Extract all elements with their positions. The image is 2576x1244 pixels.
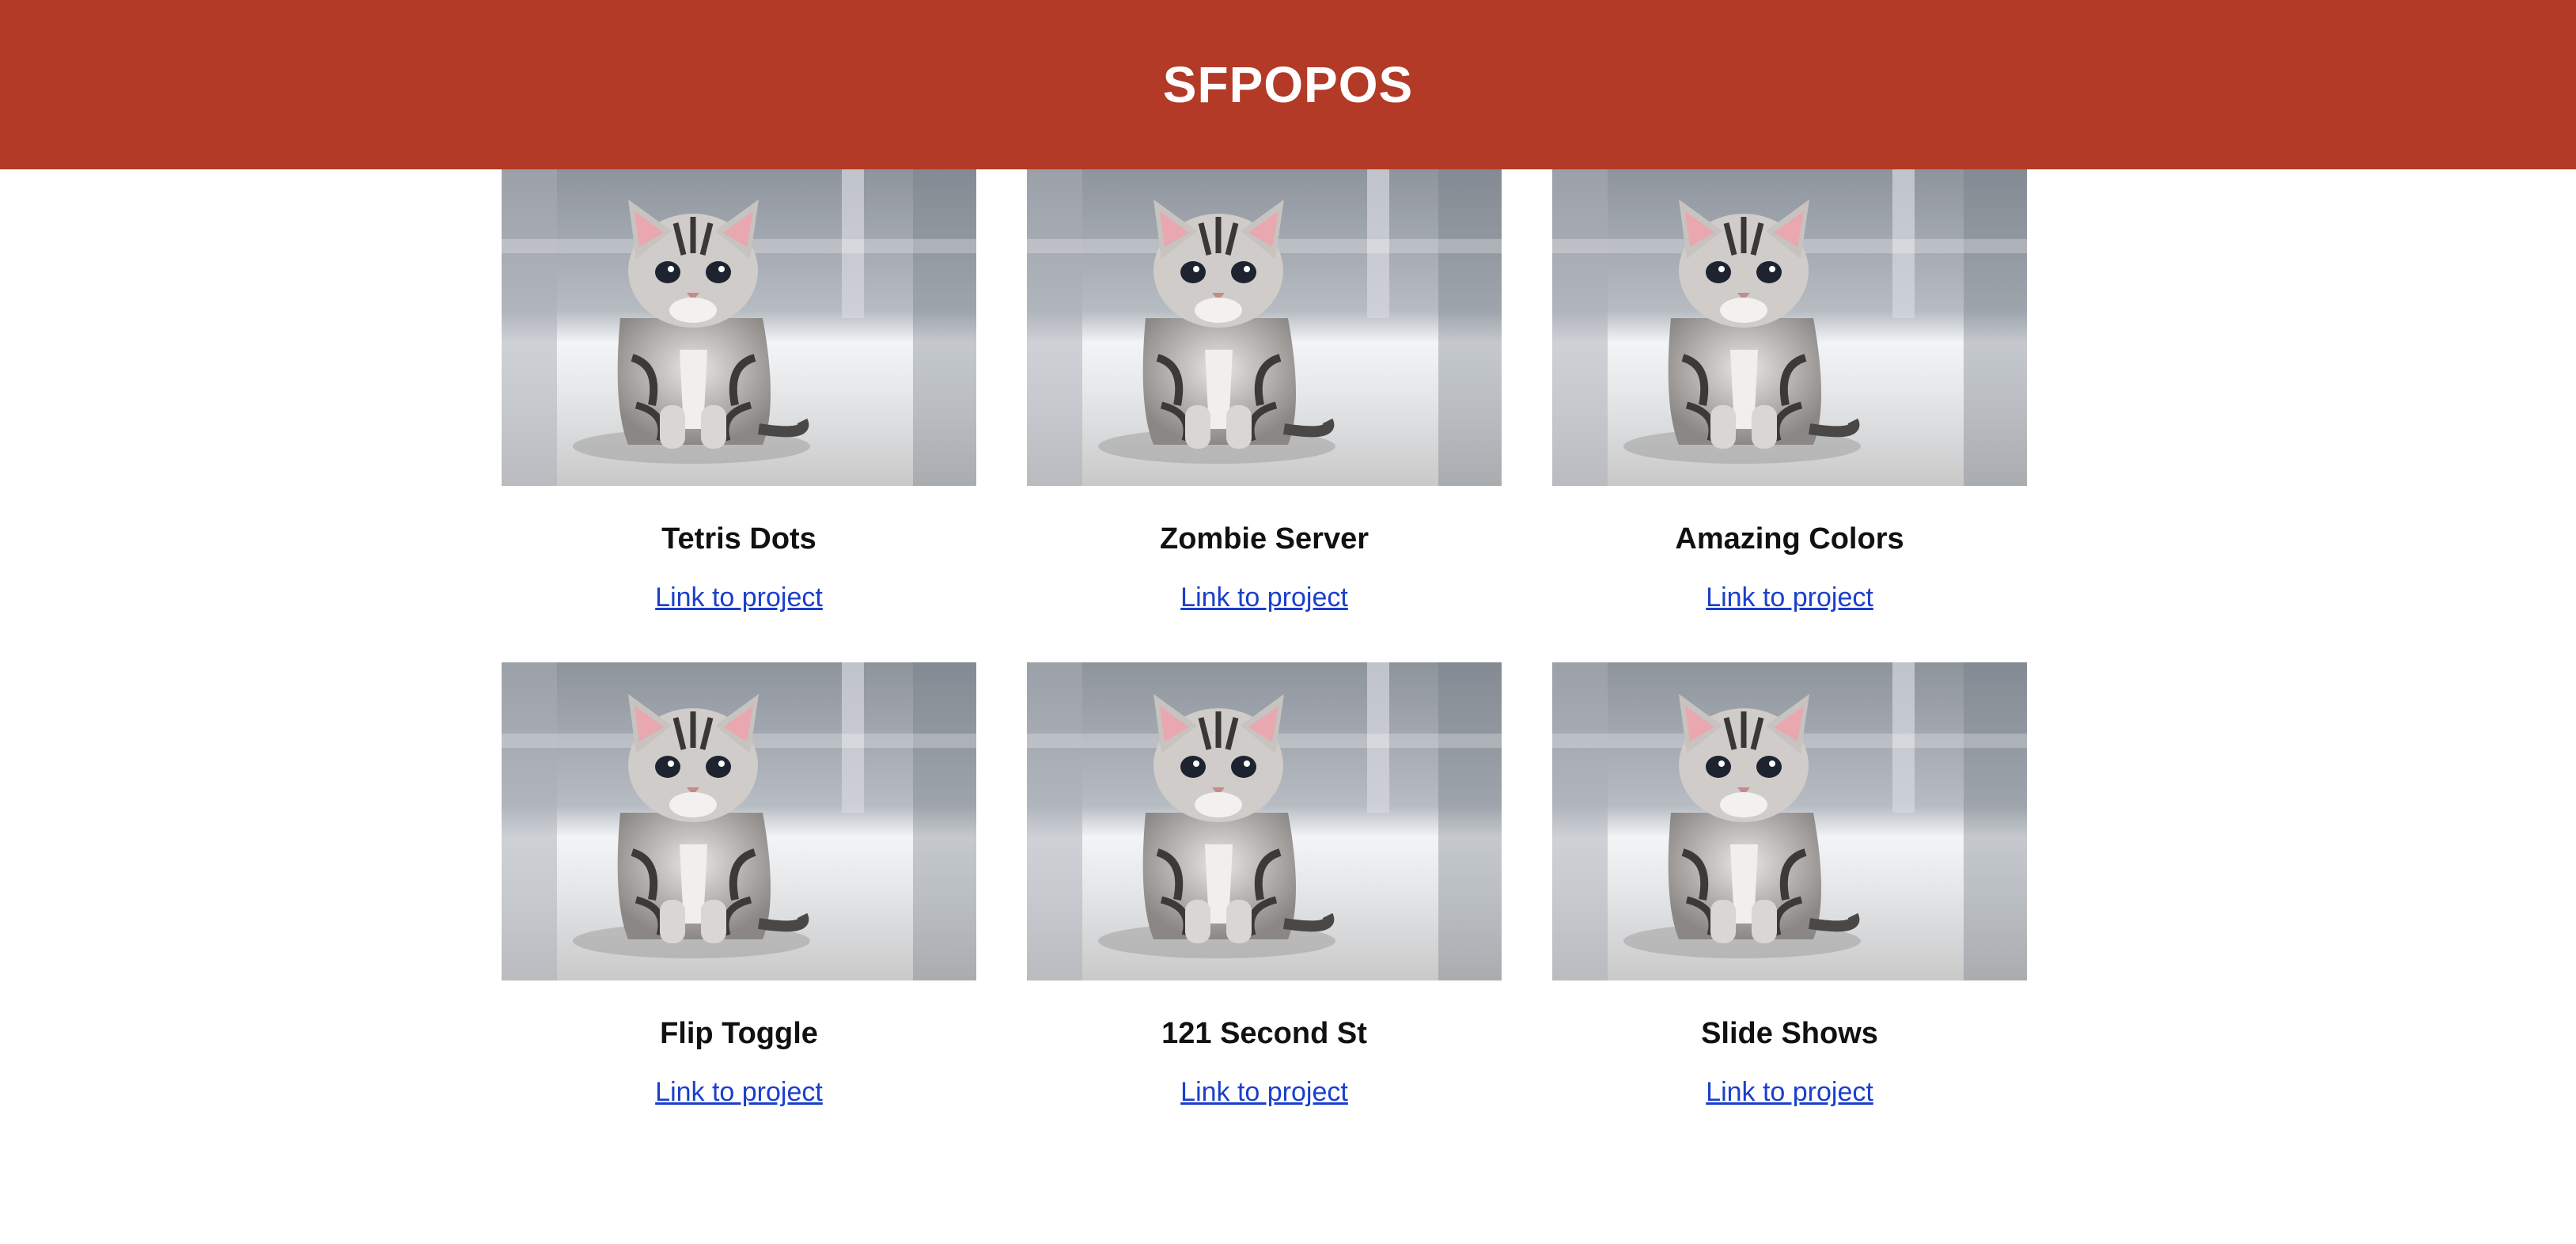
project-link[interactable]: Link to project (1706, 581, 1873, 614)
kitten-thumbnail-image (502, 662, 976, 980)
project-card: Zombie Server Link to project (1027, 168, 1502, 662)
project-title: Slide Shows (1701, 1017, 1878, 1050)
project-title: Tetris Dots (661, 522, 816, 556)
project-link[interactable]: Link to project (1180, 581, 1348, 614)
project-card: 121 Second St Link to project (1027, 662, 1502, 1157)
project-title: Flip Toggle (660, 1017, 818, 1050)
project-link[interactable]: Link to project (1180, 1075, 1348, 1109)
project-card: Flip Toggle Link to project (502, 662, 976, 1157)
project-link[interactable]: Link to project (1706, 1075, 1873, 1109)
project-card: Tetris Dots Link to project (502, 168, 976, 662)
project-link[interactable]: Link to project (655, 581, 823, 614)
site-title: SFPOPOS (1162, 56, 1414, 113)
site-header: SFPOPOS (0, 0, 2576, 169)
project-title: Zombie Server (1160, 522, 1369, 556)
project-title: 121 Second St (1161, 1017, 1367, 1050)
project-card: Amazing Colors Link to project (1552, 168, 2027, 662)
project-grid: Tetris Dots Link to project Zombie Serve… (502, 168, 2027, 1157)
kitten-thumbnail-image (1027, 168, 1502, 486)
kitten-thumbnail-image (1552, 168, 2027, 486)
kitten-thumbnail-image (1552, 662, 2027, 980)
kitten-thumbnail-image (502, 168, 976, 486)
project-link[interactable]: Link to project (655, 1075, 823, 1109)
project-card: Slide Shows Link to project (1552, 662, 2027, 1157)
project-title: Amazing Colors (1675, 522, 1904, 556)
kitten-thumbnail-image (1027, 662, 1502, 980)
